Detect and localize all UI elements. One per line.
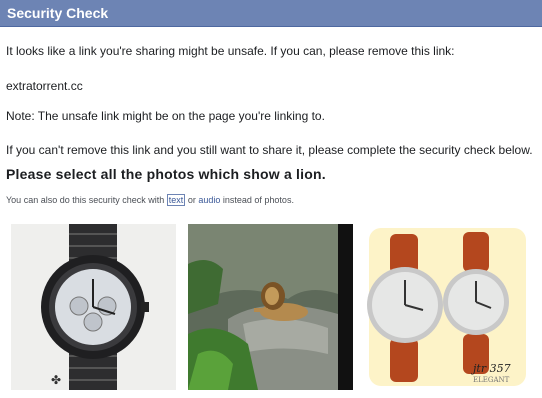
warning-text: It looks like a link you're sharing migh… [6,44,455,58]
watch-image: ✤ [11,224,176,390]
lion-image [188,224,353,390]
alternative-options: You can also do this security check with… [6,194,294,206]
alt-prefix: You can also do this security check with [6,195,165,205]
svg-text:✤: ✤ [51,373,61,387]
captcha-photo-lion[interactable] [188,224,353,390]
dialog-title-bar: Security Check [0,0,542,27]
audio-option-link[interactable]: audio [198,195,220,205]
note-text: Note: The unsafe link might be on the pa… [6,109,325,123]
captcha-prompt: Please select all the photos which show … [6,166,326,182]
watch-brand: ELEGANT [473,376,510,384]
alt-suffix: instead of photos. [222,195,294,205]
watches-image: jtr 357 ELEGANT [365,224,530,390]
unsafe-link-text: extratorrent.cc [6,79,83,93]
dialog-title: Security Check [7,5,109,21]
text-option-link[interactable]: text [166,194,186,206]
watch-caption: jtr 357 [470,362,511,375]
captcha-photo-watches[interactable]: jtr 357 ELEGANT [365,224,530,390]
captcha-photo-watch[interactable]: ✤ [11,224,176,390]
instruction-text: If you can't remove this link and you st… [6,143,533,157]
alt-or: or [187,195,196,205]
